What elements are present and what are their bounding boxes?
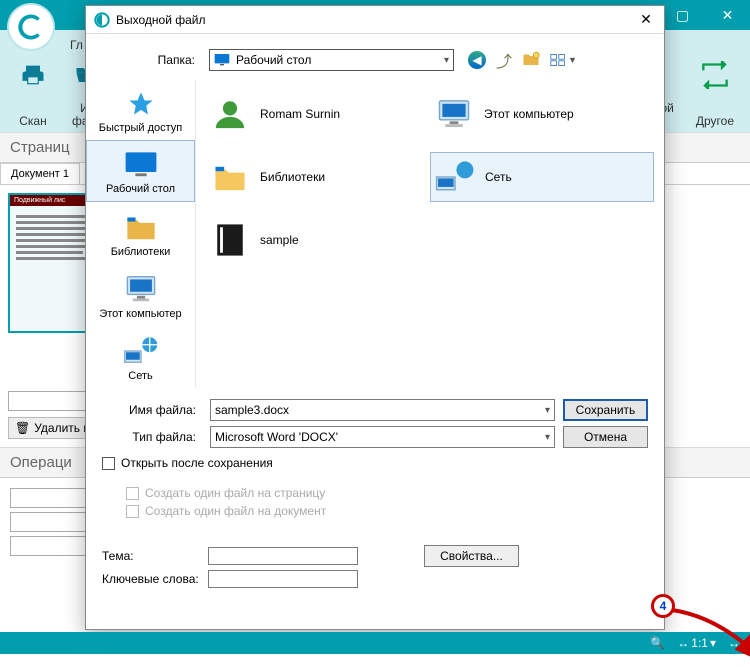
network-icon (435, 159, 475, 195)
printer-icon (16, 61, 50, 89)
props-label: Свойства... (440, 549, 503, 563)
filetype-select[interactable]: Microsoft Word 'DOCX' ▾ (210, 426, 555, 448)
save-button[interactable]: Сохранить (563, 399, 648, 421)
checkbox-icon (102, 457, 115, 470)
step-badge: 4 (651, 594, 675, 618)
file-icon (210, 222, 250, 258)
file-item[interactable]: sample (206, 216, 430, 264)
view-menu[interactable]: ▼ (550, 53, 577, 67)
checkbox-label: Создать один файл на страницу (145, 486, 325, 500)
keywords-label: Ключевые слова: (102, 572, 202, 586)
new-folder-icon[interactable] (522, 51, 540, 70)
checkbox-icon (126, 505, 139, 518)
input-a[interactable] (8, 391, 90, 411)
filename-input[interactable]: sample3.docx ▾ (210, 399, 555, 421)
filetype-value: Microsoft Word 'DOCX' (215, 430, 338, 444)
ribbon-tab-main[interactable]: Гл (70, 38, 83, 52)
open-after-save-checkbox[interactable]: Открыть после сохранения (102, 456, 648, 470)
statusbar: 🔍 ↔ 1:1 ▾ ↔ (0, 632, 750, 654)
save-dialog: Выходной файл ✕ Папка: Рабочий стол ▾ ◀ … (85, 5, 665, 630)
zoom-level[interactable]: ↔ 1:1 ▾ (677, 636, 716, 650)
ribbon-scan[interactable]: Скан (10, 57, 56, 132)
one-per-doc-checkbox: Создать один файл на документ (126, 504, 648, 518)
folder-label: Папка: (96, 53, 201, 67)
place-label: Библиотеки (111, 246, 171, 258)
app-logo (7, 3, 55, 51)
place-quickaccess[interactable]: Быстрый доступ (86, 80, 195, 140)
dialog-titlebar: Выходной файл ✕ (86, 6, 664, 34)
place-label: Быстрый доступ (99, 122, 183, 134)
filename-fields: Имя файла: sample3.docx ▾ Сохранить Тип … (86, 394, 664, 522)
quickaccess-icon (126, 90, 156, 118)
zoom-out-icon[interactable]: 🔍 (650, 636, 665, 650)
network-icon (123, 336, 159, 366)
checkbox-label: Создать один файл на документ (145, 504, 326, 518)
places-sidebar: Быстрый доступ Рабочий стол Библиотеки Э… (86, 80, 196, 388)
cancel-label: Отмена (584, 430, 627, 444)
file-name: sample (260, 233, 299, 247)
libraries-icon (124, 212, 158, 242)
file-name: Библиотеки (260, 170, 325, 184)
theme-label: Тема: (102, 549, 202, 563)
desktop-icon (214, 53, 230, 67)
filetype-label: Тип файла: (102, 430, 202, 444)
keywords-input[interactable] (208, 570, 358, 588)
ribbon-label: Скан (19, 115, 46, 128)
file-area[interactable]: Romam Surnin Этот компьютер Библиотеки С… (196, 80, 664, 388)
up-icon[interactable]: ⤴ (496, 48, 512, 72)
file-item[interactable]: Romam Surnin (206, 90, 430, 138)
place-label: Сеть (128, 370, 152, 382)
dialog-title: Выходной файл (116, 13, 206, 27)
libraries-icon (210, 159, 250, 195)
back-icon[interactable]: ◀ (468, 51, 486, 69)
chevron-down-icon: ▾ (444, 55, 449, 66)
dialog-close-button[interactable]: ✕ (634, 8, 658, 32)
checkbox-label: Открыть после сохранения (121, 456, 273, 470)
filename-value: sample3.docx (215, 403, 289, 417)
swap-icon (701, 61, 729, 89)
trash-icon: 🗑 (15, 421, 30, 435)
app-icon (94, 12, 110, 28)
place-network[interactable]: Сеть (86, 326, 195, 388)
computer-icon (434, 96, 474, 132)
file-name: Этот компьютер (484, 107, 574, 121)
filename-label: Имя файла: (102, 403, 202, 417)
desktop-icon (123, 151, 159, 179)
folder-row: Папка: Рабочий стол ▾ ◀ ⤴ ▼ (86, 34, 664, 80)
file-item[interactable]: Этот компьютер (430, 90, 654, 138)
fit-width-icon[interactable]: ↔ (728, 636, 740, 650)
ribbon-other[interactable]: Другое (690, 57, 740, 132)
file-name: Сеть (485, 170, 512, 184)
zoom-value: 1:1 (691, 636, 708, 650)
place-libraries[interactable]: Библиотеки (86, 202, 195, 264)
folder-select[interactable]: Рабочий стол ▾ (209, 49, 454, 71)
cancel-button[interactable]: Отмена (563, 426, 648, 448)
folder-value: Рабочий стол (236, 53, 311, 67)
chevron-down-icon: ▾ (545, 432, 550, 443)
file-item-selected[interactable]: Сеть (430, 152, 654, 202)
file-item[interactable]: Библиотеки (206, 152, 430, 202)
properties-button[interactable]: Свойства... (424, 545, 519, 567)
theme-input[interactable] (208, 547, 358, 565)
place-desktop[interactable]: Рабочий стол (86, 140, 195, 202)
file-name: Romam Surnin (260, 107, 340, 121)
user-icon (210, 96, 250, 132)
document-tab[interactable]: Документ 1 (0, 163, 80, 184)
place-thispc[interactable]: Этот компьютер (86, 264, 195, 326)
computer-icon (123, 274, 159, 304)
close-app-button[interactable]: ✕ (705, 0, 750, 30)
checkbox-icon (126, 487, 139, 500)
chevron-down-icon: ▾ (545, 405, 550, 416)
maximize-button[interactable]: ▢ (660, 0, 705, 30)
save-label: Сохранить (576, 403, 636, 417)
place-label: Рабочий стол (106, 183, 175, 195)
one-per-page-checkbox: Создать один файл на страницу (126, 486, 648, 500)
ribbon-label: Другое (696, 115, 734, 128)
place-label: Этот компьютер (99, 308, 181, 320)
